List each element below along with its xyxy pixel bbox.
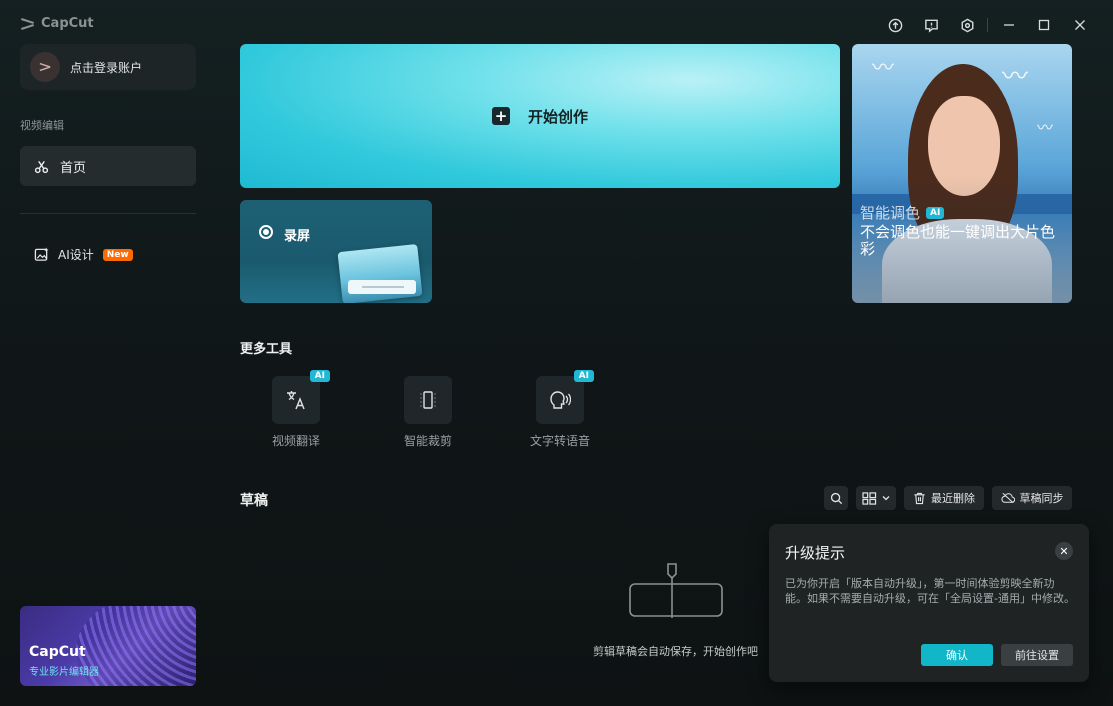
tool-icon-box: AI bbox=[536, 370, 594, 424]
record-toolbar-illustration bbox=[348, 280, 416, 294]
empty-drafts-text: 剪辑草稿会自动保存，开始创作吧 bbox=[593, 645, 758, 658]
go-to-settings-button[interactable]: 前往设置 bbox=[1001, 644, 1073, 666]
promo-subtitle: 专业影片编辑器 bbox=[29, 667, 99, 678]
ai-badge: AI bbox=[309, 370, 330, 382]
start-creating-button[interactable]: + 开始创作 bbox=[240, 44, 840, 188]
minimize-icon[interactable] bbox=[1001, 17, 1017, 33]
search-icon bbox=[830, 492, 842, 504]
more-tools-heading: 更多工具 bbox=[240, 342, 293, 357]
tool-label: 智能裁剪 bbox=[403, 434, 452, 448]
draft-sync-button[interactable]: 草稿同步 bbox=[992, 486, 1072, 510]
text-to-speech-icon bbox=[550, 391, 571, 409]
maximize-icon[interactable] bbox=[1036, 17, 1052, 33]
tool-video-translate[interactable]: AI 视频翻译 bbox=[256, 370, 336, 449]
feature-title-text: 智能调色 bbox=[860, 204, 921, 222]
login-label: 点击登录账户 bbox=[70, 60, 143, 75]
tool-label: 视频翻译 bbox=[271, 434, 320, 448]
cloud-icon bbox=[1000, 492, 1015, 504]
screen-record-button[interactable]: 录屏 bbox=[240, 200, 432, 303]
dialog-title: 升级提示 bbox=[785, 544, 846, 562]
tool-label: 文字转语音 bbox=[529, 434, 590, 448]
new-badge: New bbox=[102, 248, 133, 261]
upload-icon[interactable] bbox=[887, 17, 903, 33]
tool-icon-box: AI bbox=[272, 370, 330, 424]
tool-text-to-speech[interactable]: AI 文字转语音 bbox=[520, 370, 600, 449]
feature-title: 智能调色 AI bbox=[860, 202, 945, 223]
screen-record-label: 录屏 bbox=[284, 229, 311, 244]
sidebar-item-label: 首页 bbox=[60, 160, 87, 176]
login-button[interactable]: 点击登录账户 bbox=[20, 44, 196, 90]
image-sparkle-icon bbox=[34, 247, 49, 261]
feature-subtitle: 不会调色也能一键调出大片色彩 bbox=[860, 223, 1056, 258]
grid-view-icon bbox=[862, 491, 877, 505]
promo-banner[interactable]: CapCut 专业影片编辑器 bbox=[20, 606, 196, 686]
sidebar-item-label: AI设计 bbox=[58, 248, 94, 262]
recently-deleted-label: 最近删除 bbox=[931, 492, 975, 505]
confirm-button[interactable]: 确认 bbox=[921, 644, 993, 666]
record-icon bbox=[259, 225, 273, 239]
titlebar-divider bbox=[987, 18, 988, 32]
seagull-icon: 〰 bbox=[1037, 118, 1054, 137]
empty-drafts-icon bbox=[629, 563, 723, 618]
app-logo: CapCut bbox=[20, 16, 94, 31]
search-drafts-button[interactable] bbox=[824, 486, 848, 510]
tool-icon-box bbox=[404, 376, 452, 424]
start-creating-label: 开始创作 bbox=[527, 107, 588, 126]
trash-icon bbox=[914, 492, 925, 504]
dialog-body: 已为你开启「版本自动升级」，第一时间体验剪映全新功能。如果不需要自动升级，可在「… bbox=[785, 577, 1075, 605]
close-icon[interactable] bbox=[1072, 17, 1088, 33]
app-name: CapCut bbox=[41, 16, 94, 31]
promo-title: CapCut bbox=[29, 644, 86, 660]
settings-icon[interactable] bbox=[959, 17, 975, 33]
capcut-avatar-icon bbox=[39, 62, 51, 72]
seagull-icon: 〰 bbox=[1002, 62, 1029, 92]
ai-badge: AI bbox=[573, 370, 594, 382]
plus-icon: + bbox=[491, 107, 510, 125]
close-icon[interactable]: ✕ bbox=[1055, 542, 1073, 560]
smart-color-card[interactable]: 〰 〰 〰 智能调色 AI 不会调色也能一键调出大片色彩 bbox=[852, 44, 1072, 303]
translate-icon bbox=[287, 391, 305, 410]
capcut-logo-icon bbox=[20, 17, 36, 31]
ai-badge: AI bbox=[926, 206, 945, 219]
record-preview-image bbox=[337, 243, 423, 303]
seagull-icon: 〰 bbox=[872, 56, 895, 81]
avatar bbox=[30, 52, 60, 82]
sidebar-divider bbox=[20, 213, 196, 214]
view-mode-dropdown[interactable] bbox=[856, 486, 896, 510]
recently-deleted-button[interactable]: 最近删除 bbox=[904, 486, 984, 510]
tool-smart-crop[interactable]: 智能裁剪 bbox=[388, 376, 468, 449]
sidebar-item-home[interactable]: 首页 bbox=[20, 146, 196, 186]
section-label: 视频编辑 bbox=[20, 119, 64, 132]
drafts-heading: 草稿 bbox=[240, 493, 268, 509]
draft-sync-label: 草稿同步 bbox=[1019, 492, 1064, 505]
crop-icon bbox=[420, 391, 436, 409]
upgrade-dialog: 升级提示 ✕ 已为你开启「版本自动升级」，第一时间体验剪映全新功能。如果不需要自… bbox=[769, 524, 1089, 682]
chevron-down-icon bbox=[882, 496, 890, 501]
feedback-icon[interactable] bbox=[923, 17, 939, 33]
scissors-icon bbox=[34, 160, 49, 173]
sidebar-item-ai-design[interactable]: AI设计 New bbox=[34, 246, 133, 263]
